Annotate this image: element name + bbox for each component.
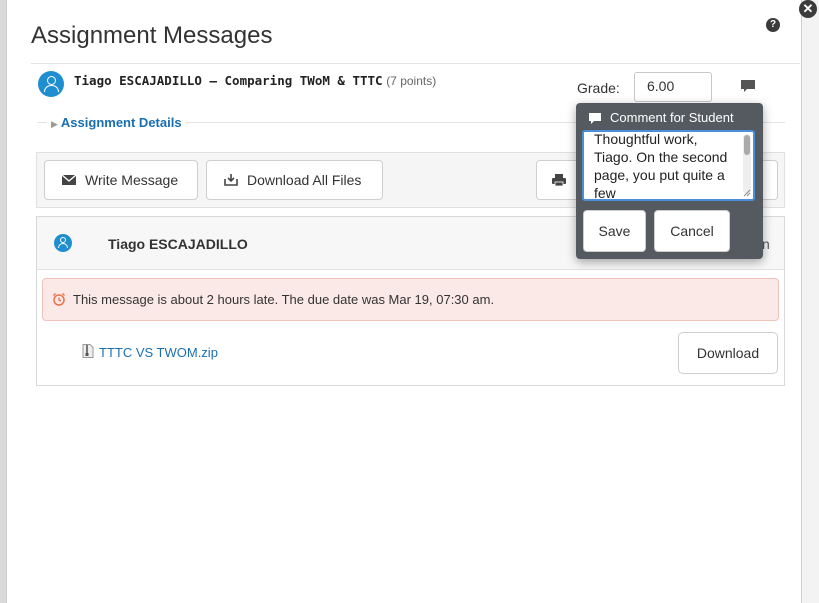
assignment-details-label: Assignment Details bbox=[60, 115, 182, 130]
download-button[interactable]: Download bbox=[678, 332, 778, 374]
alarm-clock-icon bbox=[52, 292, 66, 306]
title-divider bbox=[31, 63, 800, 64]
triangle-right-icon: ▶ bbox=[51, 119, 58, 129]
download-tray-icon bbox=[224, 174, 238, 186]
person-icon bbox=[38, 71, 64, 97]
heading-student-name: Tiago ESCAJADILLO bbox=[74, 73, 202, 88]
student-comment-textarea[interactable]: Thoughtful work, Tiago. On the second pa… bbox=[582, 130, 755, 201]
write-message-label: Write Message bbox=[85, 172, 179, 188]
cancel-comment-button[interactable]: Cancel bbox=[654, 210, 730, 252]
modal-title: Assignment Messages bbox=[31, 22, 273, 49]
points-label: (7 points) bbox=[386, 74, 437, 88]
thread-student-name: Tiago ESCAJADILLO bbox=[108, 236, 248, 252]
attachment-link[interactable]: TTTC VS TWOM.zip bbox=[99, 345, 218, 360]
textarea-scroll-thumb[interactable] bbox=[744, 135, 750, 155]
person-icon bbox=[54, 234, 72, 252]
print-button[interactable] bbox=[536, 160, 580, 200]
assignment-details-toggle[interactable]: ▶ Assignment Details bbox=[47, 115, 186, 130]
comment-popover-title: Comment for Student bbox=[610, 110, 734, 125]
assignment-heading: Tiago ESCAJADILLO – Comparing TWoM & TTT… bbox=[74, 73, 436, 88]
help-icon[interactable]: ? bbox=[766, 18, 780, 32]
comment-popover-header: Comment for Student bbox=[588, 110, 734, 125]
speech-bubble-icon bbox=[589, 113, 601, 125]
write-message-button[interactable]: Write Message bbox=[44, 160, 198, 200]
heading-assignment-name: Comparing TWoM & TTTC bbox=[224, 73, 383, 88]
close-icon[interactable]: ✕ bbox=[799, 0, 817, 18]
student-comment-text: Thoughtful work, Tiago. On the second pa… bbox=[594, 131, 728, 201]
download-all-label: Download All Files bbox=[247, 172, 362, 188]
heading-separator: – bbox=[201, 73, 225, 88]
zip-file-icon bbox=[82, 344, 94, 358]
grade-input[interactable]: 6.00 bbox=[634, 72, 712, 102]
envelope-icon bbox=[61, 174, 77, 185]
grade-label: Grade: bbox=[577, 80, 620, 96]
late-alert: This message is about 2 hours late. The … bbox=[42, 278, 779, 321]
download-all-files-button[interactable]: Download All Files bbox=[206, 160, 383, 200]
save-comment-button[interactable]: Save bbox=[583, 210, 646, 252]
resize-grip-icon[interactable] bbox=[743, 189, 751, 197]
speech-bubble-icon[interactable] bbox=[740, 78, 756, 94]
late-alert-text: This message is about 2 hours late. The … bbox=[73, 292, 495, 307]
thread-header-meta: n bbox=[762, 236, 770, 252]
printer-icon bbox=[552, 174, 566, 187]
